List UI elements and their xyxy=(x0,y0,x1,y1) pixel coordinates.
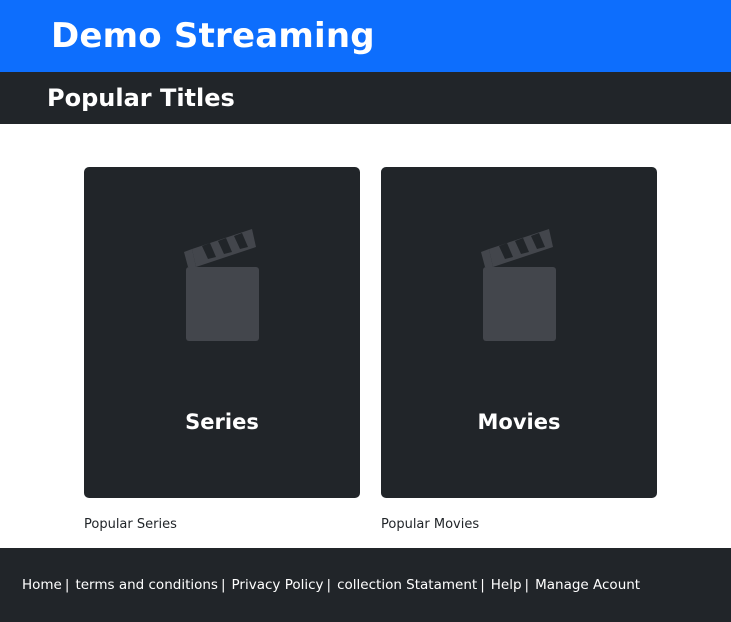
main-content: Series Popular Series Movies Popular Mov… xyxy=(0,124,731,548)
series-card: Series Popular Series xyxy=(84,167,360,532)
footer-separator: | xyxy=(480,577,485,593)
footer-link-help[interactable]: Help xyxy=(491,577,522,593)
footer-link-manage-account[interactable]: Manage Acount xyxy=(535,577,640,593)
movies-card: Movies Popular Movies xyxy=(381,167,657,532)
section-header: Popular Titles xyxy=(0,72,731,124)
footer-separator: | xyxy=(326,577,332,593)
site-header: Demo Streaming xyxy=(0,0,731,72)
footer-link-collection-statement[interactable]: collection Statament xyxy=(337,577,477,593)
movies-tile[interactable]: Movies xyxy=(381,167,657,498)
movies-label: Movies xyxy=(477,410,561,434)
site-footer: Home | terms and conditions | Privacy Po… xyxy=(0,548,731,622)
series-caption: Popular Series xyxy=(84,517,177,532)
site-title: Demo Streaming xyxy=(51,16,375,56)
footer-separator: | xyxy=(64,577,70,593)
clapperboard-icon xyxy=(184,229,259,341)
series-tile[interactable]: Series xyxy=(84,167,360,498)
footer-separator: | xyxy=(524,577,530,593)
section-title: Popular Titles xyxy=(47,84,235,112)
footer-link-terms[interactable]: terms and conditions xyxy=(75,577,218,593)
clapperboard-icon xyxy=(481,229,556,341)
footer-link-home[interactable]: Home xyxy=(22,577,62,593)
footer-link-privacy[interactable]: Privacy Policy xyxy=(232,577,324,593)
movies-caption: Popular Movies xyxy=(381,517,480,532)
series-label: Series xyxy=(185,410,259,434)
footer-separator: | xyxy=(220,577,226,593)
